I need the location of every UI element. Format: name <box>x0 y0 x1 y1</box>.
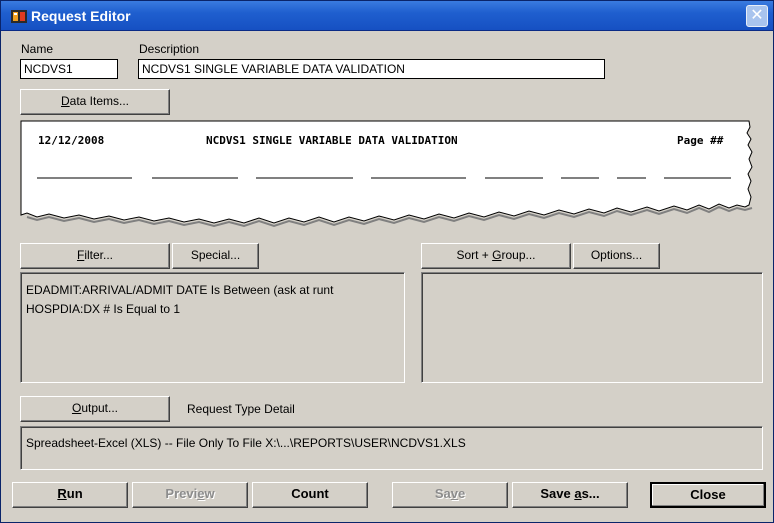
sort-group-panel[interactable] <box>421 272 763 383</box>
filter-button[interactable]: Filter... <box>20 243 170 269</box>
close-window-button[interactable]: ✕ <box>746 5 768 27</box>
close-button[interactable]: Close <box>650 482 766 508</box>
filter-criteria-line: HOSPDIA:DX # Is Equal to 1 <box>26 302 181 316</box>
app-icon <box>11 10 27 23</box>
save-as-label-rest: s... <box>581 486 600 501</box>
save-label-prefix: Sa <box>434 486 451 501</box>
save-as-accel: a <box>574 486 582 501</box>
filter-label-rest: ilter... <box>84 248 114 262</box>
filter-criteria-line: EDADMIT:ARRIVAL/ADMIT DATE Is Between (a… <box>26 283 334 297</box>
sort-group-label-prefix: Sort + <box>456 248 493 262</box>
save-as-label-prefix: Save <box>540 486 575 501</box>
preview-report-title: NCDVS1 SINGLE VARIABLE DATA VALIDATION <box>206 134 458 147</box>
description-label: Description <box>139 42 200 56</box>
preview-label-prefix: Previ <box>165 486 198 501</box>
request-type-label: Request Type Detail <box>187 402 295 416</box>
title-bar[interactable]: Request Editor ✕ <box>1 1 773 31</box>
run-button[interactable]: Run <box>12 482 128 508</box>
window-title: Request Editor <box>31 8 131 24</box>
data-items-button[interactable]: Data Items... <box>20 89 170 115</box>
output-accel: O <box>71 401 82 415</box>
preview-button[interactable]: Preview <box>132 482 248 508</box>
name-field[interactable]: NCDVS1 <box>20 59 118 79</box>
data-items-label-rest: ata Items... <box>69 94 130 108</box>
output-detail-text: Spreadsheet-Excel (XLS) -- File Only To … <box>26 436 466 450</box>
output-button[interactable]: Output... <box>20 396 170 422</box>
count-button[interactable]: Count <box>252 482 368 508</box>
sort-group-button[interactable]: Sort + Group... <box>421 243 571 269</box>
output-label-rest: utput... <box>81 401 119 415</box>
options-button[interactable]: Options... <box>573 243 660 269</box>
data-items-accel: D <box>60 94 70 108</box>
sort-group-label-rest: roup... <box>501 248 536 262</box>
preview-page-label: Page ## <box>677 134 724 147</box>
request-editor-window: Request Editor ✕ Name NCDVS1 Description… <box>0 0 774 523</box>
description-field[interactable]: NCDVS1 SINGLE VARIABLE DATA VALIDATION <box>138 59 605 79</box>
save-as-button[interactable]: Save as... <box>512 482 628 508</box>
save-button[interactable]: Save <box>392 482 508 508</box>
close-icon: ✕ <box>750 7 764 24</box>
run-label-rest: un <box>66 486 83 501</box>
special-button[interactable]: Special... <box>172 243 259 269</box>
run-accel: R <box>57 486 67 501</box>
sort-group-accel: G <box>492 248 502 262</box>
save-label-rest: e <box>457 486 466 501</box>
name-label: Name <box>21 42 54 56</box>
save-accel: v <box>450 486 458 501</box>
preview-label-rest: w <box>204 486 215 501</box>
preview-date: 12/12/2008 <box>38 134 105 147</box>
